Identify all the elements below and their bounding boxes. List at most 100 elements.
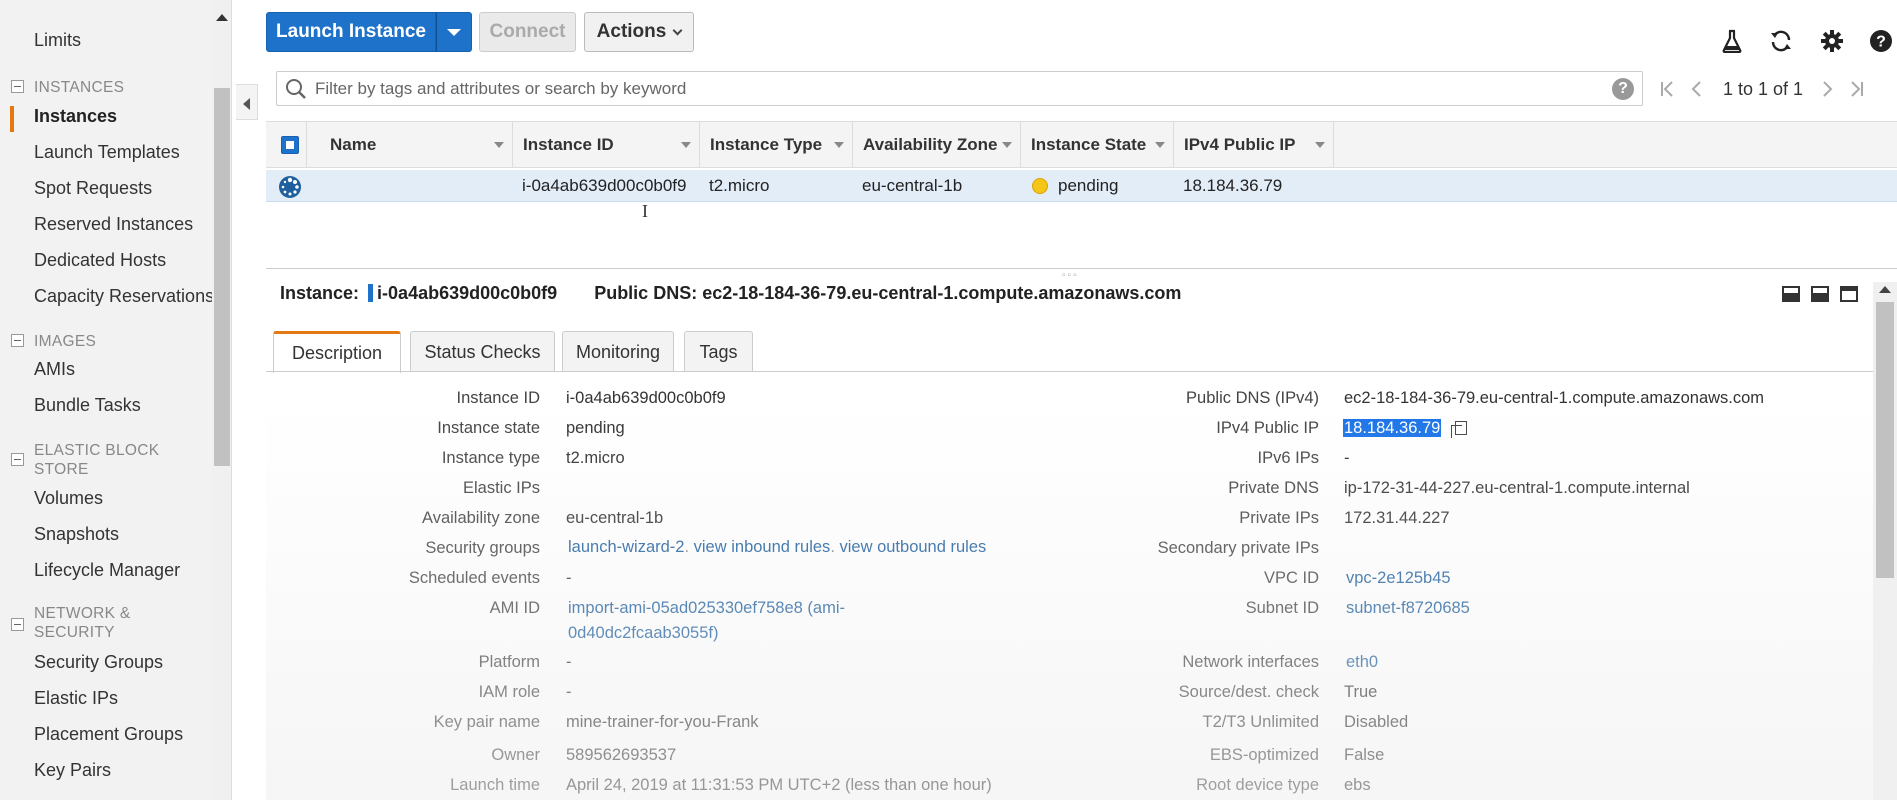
- label-network-interfaces: Network interfaces: [1182, 653, 1319, 671]
- launch-instance-button[interactable]: Launch Instance: [266, 12, 436, 52]
- ami-id-link-line2[interactable]: 0d40dc2fcaab3055f): [568, 624, 718, 643]
- sidebar-scroll-thumb[interactable]: [214, 88, 230, 466]
- sidebar-scrollbar[interactable]: [212, 0, 231, 800]
- sidebar-item-reserved-instances[interactable]: Reserved Instances: [34, 214, 193, 235]
- actions-button[interactable]: Actions: [584, 12, 694, 52]
- sidebar-item-key-pairs[interactable]: Key Pairs: [34, 760, 111, 781]
- value-source-dest-check: True: [1344, 683, 1378, 701]
- section-ebs-line2: STORE: [34, 461, 89, 478]
- sidebar-item-limits[interactable]: Limits: [34, 30, 81, 51]
- sort-caret-icon: [834, 142, 844, 148]
- connect-button[interactable]: Connect: [479, 12, 576, 52]
- column-availability-zone[interactable]: Availability Zone: [853, 122, 1021, 167]
- column-instance-id[interactable]: Instance ID: [513, 122, 700, 167]
- next-page-icon[interactable]: [1822, 80, 1834, 103]
- label-iam-role: IAM role: [478, 683, 540, 701]
- value-launch-time: April 24, 2019 at 11:31:53 PM UTC+2 (les…: [566, 776, 992, 794]
- sidebar-collapse-handle[interactable]: [236, 84, 258, 120]
- instance-color-bar: [368, 284, 374, 302]
- sidebar-item-snapshots[interactable]: Snapshots: [34, 524, 119, 545]
- text-cursor-icon: I: [642, 201, 648, 221]
- value-private-dns: ip-172-31-44-227.eu-central-1.compute.in…: [1344, 479, 1690, 497]
- table-row[interactable]: i-0a4ab639d00c0b0f9 t2.micro eu-central-…: [266, 170, 1897, 202]
- value-ebs-optimized: False: [1344, 746, 1385, 764]
- refresh-icon[interactable]: [1768, 28, 1794, 54]
- gear-icon[interactable]: [1819, 28, 1845, 54]
- sidebar-item-placement-groups[interactable]: Placement Groups: [34, 724, 183, 745]
- section-ebs-line1: ELASTIC BLOCK: [34, 442, 160, 459]
- sidebar-item-volumes[interactable]: Volumes: [34, 488, 103, 509]
- column-divider: [306, 122, 307, 167]
- sidebar-item-elastic-ips[interactable]: Elastic IPs: [34, 688, 118, 709]
- column-instance-id-label: Instance ID: [523, 135, 614, 154]
- collapse-network-icon[interactable]: [11, 618, 24, 631]
- value-ipv6: -: [1344, 449, 1350, 467]
- label-ipv6: IPv6 IPs: [1257, 449, 1319, 467]
- first-page-icon[interactable]: [1659, 80, 1675, 103]
- network-interface-link[interactable]: eth0: [1346, 653, 1378, 672]
- view-outbound-rules-link[interactable]: view outbound rules: [839, 538, 986, 556]
- tab-description[interactable]: Description: [273, 331, 401, 373]
- sidebar-item-security-groups[interactable]: Security Groups: [34, 652, 163, 673]
- sidebar: Limits INSTANCES Instances Launch Templa…: [0, 0, 232, 800]
- sidebar-item-launch-templates[interactable]: Launch Templates: [34, 142, 180, 163]
- vpc-id-link[interactable]: vpc-2e125b45: [1346, 569, 1451, 588]
- launch-dropdown-button[interactable]: [436, 12, 472, 52]
- sort-caret-icon: [1155, 142, 1165, 148]
- value-t2t3-unlimited: Disabled: [1344, 713, 1409, 731]
- tab-status-checks[interactable]: Status Checks: [410, 331, 555, 372]
- sidebar-item-bundle-tasks[interactable]: Bundle Tasks: [34, 395, 141, 416]
- security-group-link[interactable]: launch-wizard-2: [568, 538, 684, 556]
- ipv4-selected-text: 18.184.36.79: [1343, 419, 1442, 437]
- ami-id-link-line1[interactable]: import-ami-05ad025330ef758e8 (ami-: [568, 599, 845, 618]
- sidebar-item-spot-requests[interactable]: Spot Requests: [34, 178, 152, 199]
- subnet-id-link[interactable]: subnet-f8720685: [1346, 599, 1470, 618]
- detail-heading: Instance: i-0a4ab639d00c0b0f9 Public DNS…: [280, 283, 1181, 304]
- detail-scroll-thumb[interactable]: [1876, 302, 1894, 578]
- sidebar-item-capacity-reservations[interactable]: Capacity Reservations: [34, 286, 214, 307]
- search-help-icon[interactable]: ?: [1612, 78, 1634, 100]
- label-elastic-ips: Elastic IPs: [462, 479, 540, 497]
- tab-tags[interactable]: Tags: [684, 331, 753, 372]
- flask-icon[interactable]: [1719, 28, 1745, 54]
- sidebar-item-instances[interactable]: Instances: [34, 106, 117, 127]
- copy-icon[interactable]: [1451, 421, 1468, 438]
- section-ebs: ELASTIC BLOCK STORE: [34, 441, 159, 479]
- sidebar-item-lifecycle-manager[interactable]: Lifecycle Manager: [34, 560, 180, 581]
- collapse-instances-icon[interactable]: [11, 80, 24, 93]
- value-public-dns: ec2-18-184-36-79.eu-central-1.compute.am…: [1344, 389, 1765, 407]
- search-input[interactable]: [315, 72, 1565, 105]
- column-instance-state[interactable]: Instance State: [1021, 122, 1174, 167]
- sidebar-item-amis[interactable]: AMIs: [34, 359, 75, 380]
- column-name[interactable]: Name: [320, 122, 513, 167]
- column-instance-type[interactable]: Instance Type: [700, 122, 853, 167]
- sidebar-item-dedicated-hosts[interactable]: Dedicated Hosts: [34, 250, 166, 271]
- last-page-icon[interactable]: [1849, 80, 1865, 103]
- column-availability-zone-label: Availability Zone: [863, 135, 998, 154]
- select-all-checkbox[interactable]: [281, 136, 299, 154]
- detail-scroll-up-icon[interactable]: [1879, 286, 1891, 293]
- column-ipv4-public-ip[interactable]: IPv4 Public IP: [1174, 122, 1334, 167]
- resize-handle[interactable]: ▫▫▫: [1062, 270, 1079, 281]
- instance-heading-label: Instance:: [280, 283, 360, 303]
- tab-monitoring[interactable]: Monitoring: [562, 331, 674, 372]
- collapse-ebs-icon[interactable]: [11, 453, 24, 466]
- layout-full-icon[interactable]: [1840, 286, 1858, 302]
- value-ipv4-public-ip: 18.184.36.79: [1343, 419, 1468, 438]
- value-iam-role: -: [566, 683, 572, 701]
- value-platform: -: [566, 653, 572, 671]
- value-instance-type: t2.micro: [566, 449, 625, 467]
- dns-heading-label: Public DNS:: [594, 283, 698, 303]
- cell-availability-zone: eu-central-1b: [862, 176, 963, 195]
- layout-bottom-icon[interactable]: [1782, 286, 1800, 302]
- scroll-up-arrow-icon[interactable]: [216, 14, 228, 21]
- label-private-dns: Private DNS: [1228, 479, 1319, 497]
- collapse-images-icon[interactable]: [11, 334, 24, 347]
- help-icon[interactable]: ?: [1868, 28, 1894, 54]
- prev-page-icon[interactable]: [1690, 80, 1702, 103]
- label-source-dest-check: Source/dest. check: [1178, 683, 1319, 701]
- label-security-groups: Security groups: [425, 539, 540, 557]
- view-inbound-rules-link[interactable]: view inbound rules: [694, 538, 831, 556]
- ec2-console: Limits INSTANCES Instances Launch Templa…: [0, 0, 1897, 800]
- layout-half-icon[interactable]: [1811, 286, 1829, 302]
